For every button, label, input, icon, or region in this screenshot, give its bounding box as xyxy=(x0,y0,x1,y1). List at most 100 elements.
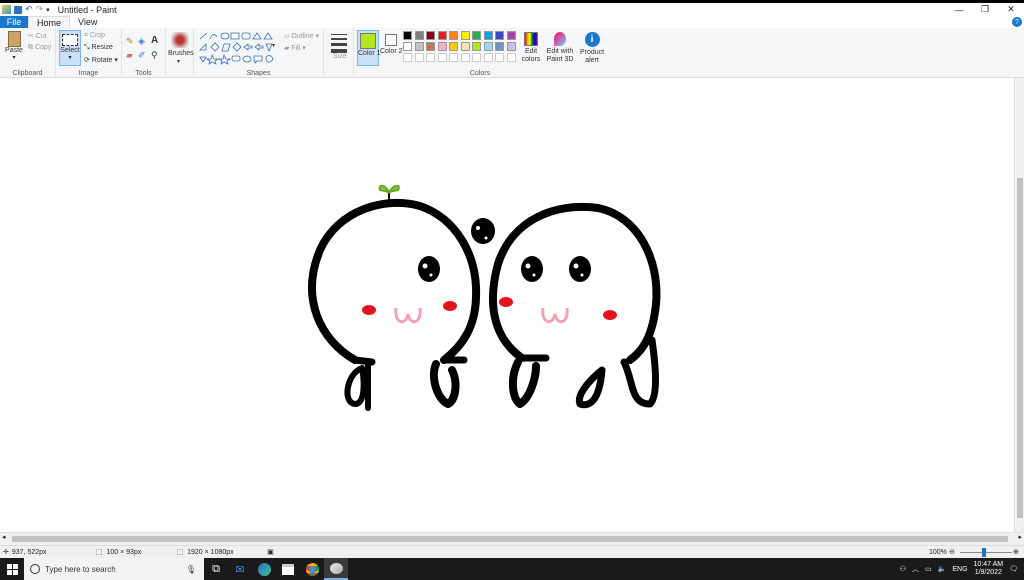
palette-swatch[interactable] xyxy=(414,31,424,40)
palette-swatch[interactable] xyxy=(426,42,435,51)
rainbow-icon xyxy=(524,32,538,46)
palette-swatch[interactable] xyxy=(426,31,435,40)
edge-icon[interactable] xyxy=(252,558,276,580)
zoom-out-icon[interactable]: ⊖ xyxy=(949,548,955,556)
palette-swatch[interactable] xyxy=(506,42,516,51)
palette-swatch[interactable] xyxy=(506,31,516,40)
palette-swatch[interactable] xyxy=(495,31,504,40)
resize-button[interactable]: ⤡ Resize xyxy=(84,44,113,52)
palette-swatch-empty[interactable] xyxy=(449,53,458,62)
text-tool-icon[interactable]: A xyxy=(151,35,158,46)
zoom-slider[interactable] xyxy=(960,552,1012,553)
drawing-canvas[interactable] xyxy=(0,78,1014,532)
windows-start-icon[interactable] xyxy=(0,558,24,580)
mail-icon[interactable]: ✉ xyxy=(228,558,252,580)
palette-swatch-empty[interactable] xyxy=(483,53,493,62)
copy-button[interactable]: ⧉ Copy xyxy=(28,44,51,52)
palette-swatch-empty[interactable] xyxy=(460,53,470,62)
palette-swatch-empty[interactable] xyxy=(472,53,481,62)
palette-swatch[interactable] xyxy=(449,42,458,51)
palette-swatch-empty[interactable] xyxy=(426,53,435,62)
palette-swatch[interactable] xyxy=(483,42,493,51)
palette-swatch-empty[interactable] xyxy=(403,53,412,62)
zoom-in-icon[interactable]: ⊕ xyxy=(1013,548,1019,556)
image-size: 1920 × 1080px xyxy=(187,548,234,556)
volume-icon[interactable]: 🔈 xyxy=(938,565,947,573)
palette-swatch-empty[interactable] xyxy=(414,53,424,62)
tray-chevron-icon[interactable]: ︿ xyxy=(912,564,919,574)
rotate-button[interactable]: ⟳ Rotate ▾ xyxy=(84,56,118,64)
people-icon[interactable]: ⚇ xyxy=(900,565,906,573)
horizontal-scroll-thumb[interactable] xyxy=(12,536,1008,542)
taskbar-search-box[interactable]: Type here to search 🎙 xyxy=(24,558,204,580)
palette-swatch[interactable] xyxy=(414,42,424,51)
eraser-icon[interactable]: ▰ xyxy=(126,50,133,61)
product-alert-button[interactable]: i Product alert xyxy=(579,30,605,65)
blush xyxy=(603,310,617,320)
pencil-icon[interactable]: ✎ xyxy=(126,36,134,47)
undo-icon[interactable]: ↶ xyxy=(25,4,33,15)
network-icon[interactable]: ▭ xyxy=(925,565,932,573)
brushes-button[interactable]: Brushes ▾ xyxy=(166,28,194,78)
vertical-scrollbar[interactable] xyxy=(1014,78,1024,532)
edit-with-paint3d-button[interactable]: Edit with Paint 3D xyxy=(545,30,575,64)
task-view-icon[interactable]: ⧉ xyxy=(204,558,228,580)
paste-button[interactable]: Paste ▾ xyxy=(4,31,24,61)
horizontal-scrollbar[interactable]: ◂ ▸ xyxy=(0,532,1024,545)
save-icon[interactable] xyxy=(14,5,22,14)
color-picker-icon[interactable]: ✐ xyxy=(138,50,146,61)
fill-bucket-icon[interactable]: ◈ xyxy=(138,36,145,47)
language-indicator[interactable]: ENG xyxy=(952,566,967,573)
microphone-icon[interactable]: 🎙 xyxy=(186,565,196,574)
shapes-gallery[interactable] xyxy=(198,31,280,65)
palette-swatch[interactable] xyxy=(437,42,447,51)
scroll-right-icon[interactable]: ▸ xyxy=(1018,533,1022,541)
clipboard-icon xyxy=(7,31,21,47)
palette-swatch[interactable] xyxy=(403,42,412,51)
color2-swatch xyxy=(385,34,397,46)
palette-swatch[interactable] xyxy=(460,31,470,40)
redo-icon[interactable]: ↷ xyxy=(36,4,44,15)
palette-swatch-empty[interactable] xyxy=(506,53,516,62)
clock[interactable]: 10:47 AM 1/9/2022 xyxy=(974,561,1004,577)
palette-swatch[interactable] xyxy=(403,31,412,40)
cut-button[interactable]: ✂ Cut xyxy=(28,32,47,40)
customize-toolbar-icon[interactable]: ▾ xyxy=(46,6,50,14)
restore-icon[interactable]: ❐ xyxy=(972,3,998,16)
brush-icon xyxy=(171,32,189,48)
magnifier-icon[interactable]: ⚲ xyxy=(151,50,158,61)
minimize-icon[interactable]: — xyxy=(946,3,972,16)
palette-swatch[interactable] xyxy=(449,31,458,40)
palette-swatch[interactable] xyxy=(472,42,481,51)
palette-swatch[interactable] xyxy=(437,31,447,40)
selection-size-icon: ⬚ xyxy=(95,549,103,556)
palette-swatch-empty[interactable] xyxy=(437,53,447,62)
paint-taskbar-icon[interactable] xyxy=(324,558,348,580)
cursor-position-icon: ✛ xyxy=(3,549,9,556)
help-icon[interactable]: ? xyxy=(1012,17,1022,27)
zoom-slider-thumb[interactable] xyxy=(982,548,986,557)
palette-swatch[interactable] xyxy=(495,42,504,51)
palette-swatch-empty[interactable] xyxy=(495,53,504,62)
fill-button[interactable]: ▰ Fill ▾ xyxy=(284,44,306,52)
scroll-left-icon[interactable]: ◂ xyxy=(2,533,6,541)
shapes-scroll-icon[interactable]: ▾ xyxy=(272,42,275,49)
palette-swatch[interactable] xyxy=(472,31,481,40)
crop-button[interactable]: ⌗ Crop xyxy=(84,32,105,40)
close-icon[interactable]: ✕ xyxy=(998,3,1024,16)
outline-button[interactable]: ▱ Outline ▾ xyxy=(284,32,319,40)
palette-swatch[interactable] xyxy=(483,31,493,40)
select-button[interactable]: Select ▾ xyxy=(59,30,81,66)
file-menu[interactable]: File xyxy=(0,16,28,28)
store-icon[interactable] xyxy=(276,558,300,580)
size-button[interactable]: Size xyxy=(324,28,354,78)
vertical-scroll-thumb[interactable] xyxy=(1017,178,1023,518)
tab-home[interactable]: Home xyxy=(28,16,71,28)
color1-button[interactable]: Color 1 xyxy=(357,30,381,66)
palette-swatch[interactable] xyxy=(460,42,470,51)
tab-view[interactable]: View xyxy=(70,16,105,28)
edit-colors-button[interactable]: Edit colors xyxy=(520,30,542,64)
color2-button[interactable]: Color 2 xyxy=(380,30,403,56)
notifications-icon[interactable]: 🗨 xyxy=(1009,565,1018,573)
chrome-icon[interactable] xyxy=(300,558,324,580)
